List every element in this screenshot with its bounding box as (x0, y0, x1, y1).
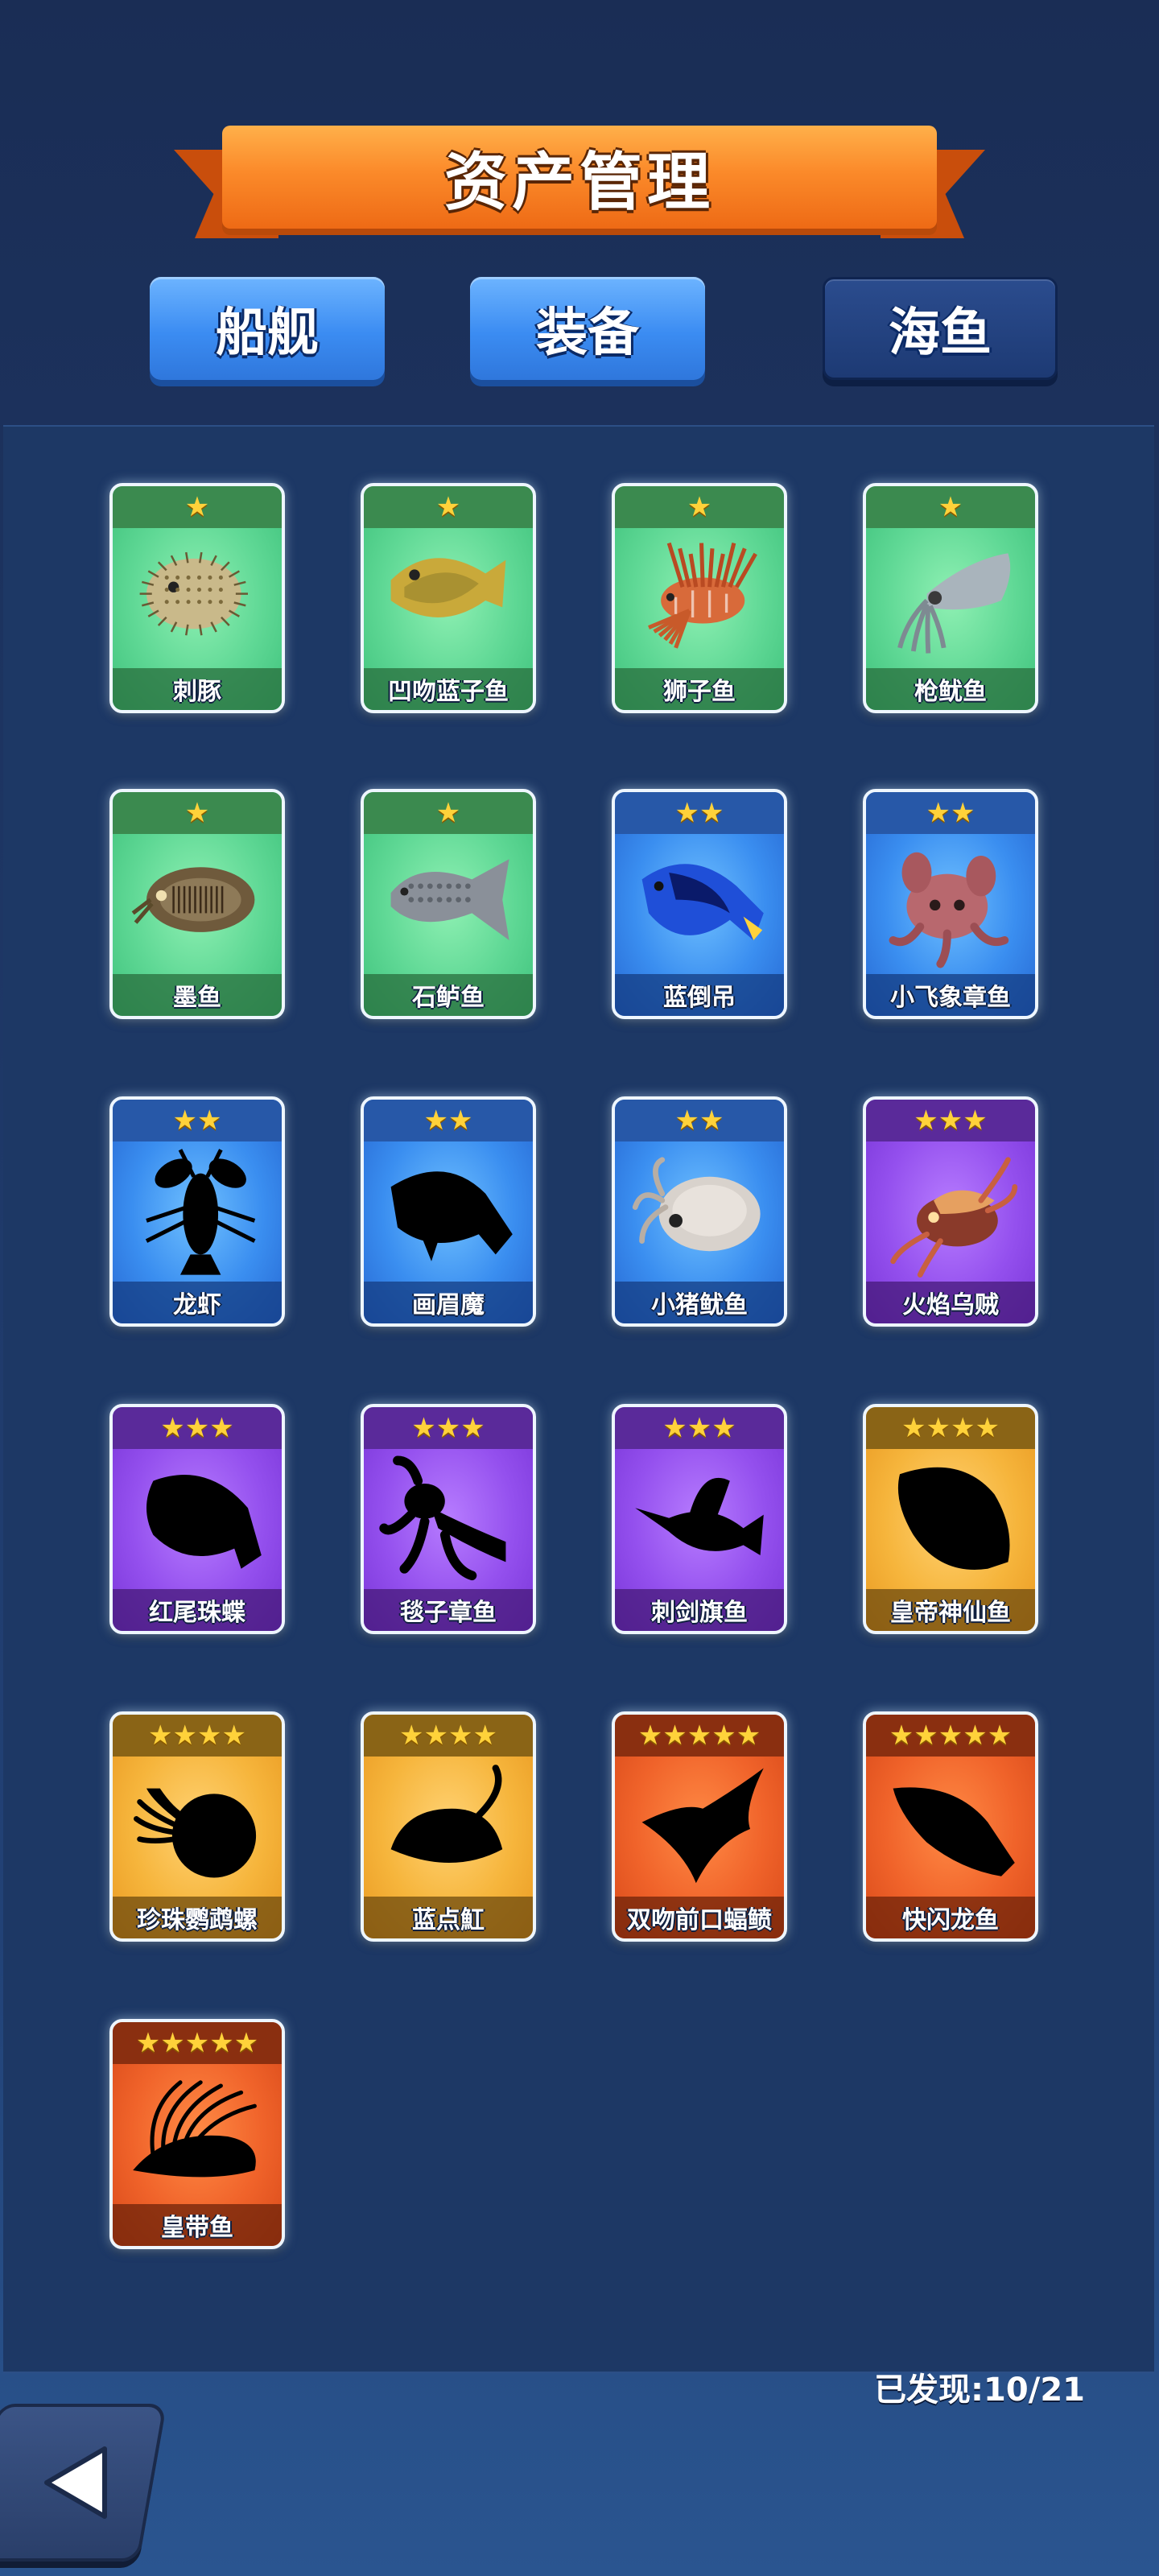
fish-name: 狮子鱼 (615, 668, 784, 710)
fish-card[interactable]: ★★★ 刺剑旗鱼 (612, 1404, 787, 1634)
fish-card[interactable]: ★★ 画眉魔 (361, 1096, 536, 1327)
fish-name: 小飞象章鱼 (866, 974, 1035, 1016)
rarity-stars: ★★ (364, 1100, 533, 1141)
tab-ships[interactable]: 船舰 (150, 277, 385, 380)
rarity-stars: ★★★ (364, 1407, 533, 1449)
manta-ray-silhouette-icon (623, 1761, 776, 1897)
fish-name: 双吻前口蝠鲼 (615, 1897, 784, 1938)
dumbo-octopus-icon (874, 839, 1027, 974)
grunt-fish-icon (372, 839, 525, 974)
fish-card[interactable]: ★★★ 毯子章鱼 (361, 1404, 536, 1634)
fish-card[interactable]: ★★★★★ 快闪龙鱼 (863, 1711, 1038, 1942)
rarity-stars: ★ (113, 486, 282, 528)
fish-name: 火焰乌贼 (866, 1282, 1035, 1323)
fish-name: 皇带鱼 (113, 2204, 282, 2246)
rarity-stars: ★★★★ (113, 1715, 282, 1757)
rarity-stars: ★★★★ (364, 1715, 533, 1757)
pufferfish-icon (121, 533, 274, 668)
fish-name: 蓝点魟 (364, 1897, 533, 1938)
fish-card[interactable]: ★ 石鲈鱼 (361, 789, 536, 1019)
fish-name: 画眉魔 (364, 1282, 533, 1323)
fish-card[interactable]: ★★★★ 蓝点魟 (361, 1711, 536, 1942)
fish-name: 珍珠鹦鹉螺 (113, 1897, 282, 1938)
angelfish-silhouette-icon (874, 1454, 1027, 1589)
fish-card[interactable]: ★★★★★ 皇带鱼 (109, 2019, 285, 2249)
nautilus-silhouette-icon (121, 1761, 274, 1897)
lionfish-icon (623, 533, 776, 668)
piglet-squid-icon (623, 1146, 776, 1282)
fish-card[interactable]: ★ 刺豚 (109, 483, 285, 713)
rarity-stars: ★★★★ (866, 1407, 1035, 1449)
fish-name: 刺豚 (113, 668, 282, 710)
dragonfish-silhouette-icon (874, 1761, 1027, 1897)
back-arrow-icon (44, 2446, 107, 2519)
fish-card[interactable]: ★ 狮子鱼 (612, 483, 787, 713)
fish-name: 蓝倒吊 (615, 974, 784, 1016)
fish-name: 枪鱿鱼 (866, 668, 1035, 710)
fish-name: 墨鱼 (113, 974, 282, 1016)
fish-card[interactable]: ★ 枪鱿鱼 (863, 483, 1038, 713)
sailfish-silhouette-icon (623, 1454, 776, 1589)
title-ribbon: 资产管理 (174, 121, 985, 250)
blue-tang-icon (623, 839, 776, 974)
fish-name: 红尾珠蝶 (113, 1589, 282, 1631)
fish-card[interactable]: ★ 凹吻蓝子鱼 (361, 483, 536, 713)
discovered-counter: 已发现:10/21 (874, 2372, 1085, 2409)
rarity-stars: ★★ (113, 1100, 282, 1141)
fish-card[interactable]: ★★★★ 皇帝神仙鱼 (863, 1404, 1038, 1634)
fish-card[interactable]: ★★★★★ 双吻前口蝠鲼 (612, 1711, 787, 1942)
ribbon-band: 资产管理 (222, 126, 937, 229)
rarity-stars: ★★★ (866, 1100, 1035, 1141)
butterflyfish-silhouette-icon (121, 1454, 274, 1589)
tab-sea-fish[interactable]: 海鱼 (823, 277, 1058, 380)
page-title: 资产管理 (443, 147, 715, 219)
rarity-stars: ★ (866, 486, 1035, 528)
flamboyant-cuttlefish-icon (874, 1146, 1027, 1282)
rarity-stars: ★★★★★ (113, 2022, 282, 2064)
lobster-silhouette-icon (121, 1146, 274, 1282)
fish-card[interactable]: ★★★ 红尾珠蝶 (109, 1404, 285, 1634)
fish-card[interactable]: ★★ 小猪鱿鱼 (612, 1096, 787, 1327)
fish-card[interactable]: ★★ 龙虾 (109, 1096, 285, 1327)
stingray-silhouette-icon (372, 1761, 525, 1897)
rarity-stars: ★★★★★ (866, 1715, 1035, 1757)
cuttlefish-icon (121, 839, 274, 974)
fish-card[interactable]: ★★★★ 珍珠鹦鹉螺 (109, 1711, 285, 1942)
squid-icon (874, 533, 1027, 668)
blanket-octopus-silhouette-icon (372, 1454, 525, 1589)
rarity-stars: ★★★ (615, 1407, 784, 1449)
fish-name: 石鲈鱼 (364, 974, 533, 1016)
rarity-stars: ★★★★★ (615, 1715, 784, 1757)
rarity-stars: ★★ (615, 1100, 784, 1141)
rarity-stars: ★ (113, 792, 282, 834)
oarfish-silhouette-icon (121, 2069, 274, 2204)
rarity-stars: ★ (364, 486, 533, 528)
fish-name: 小猪鱿鱼 (615, 1282, 784, 1323)
fish-name: 皇帝神仙鱼 (866, 1589, 1035, 1631)
fish-card[interactable]: ★ 墨鱼 (109, 789, 285, 1019)
rarity-stars: ★ (364, 792, 533, 834)
rabbitfish-icon (372, 533, 525, 668)
fish-name: 快闪龙鱼 (866, 1897, 1035, 1938)
fish-name: 刺剑旗鱼 (615, 1589, 784, 1631)
fish-name: 毯子章鱼 (364, 1589, 533, 1631)
rarity-stars: ★ (615, 486, 784, 528)
rarity-stars: ★★★ (113, 1407, 282, 1449)
fish-card[interactable]: ★★ 蓝倒吊 (612, 789, 787, 1019)
rarity-stars: ★★ (866, 792, 1035, 834)
fish-card[interactable]: ★★ 小飞象章鱼 (863, 789, 1038, 1019)
fish-name: 龙虾 (113, 1282, 282, 1323)
back-button[interactable] (0, 2404, 167, 2562)
rarity-stars: ★★ (615, 792, 784, 834)
tab-equipment[interactable]: 装备 (470, 277, 705, 380)
fish-card[interactable]: ★★★ 火焰乌贼 (863, 1096, 1038, 1327)
fish-name: 凹吻蓝子鱼 (364, 668, 533, 710)
fish-silhouette-icon (372, 1146, 525, 1282)
